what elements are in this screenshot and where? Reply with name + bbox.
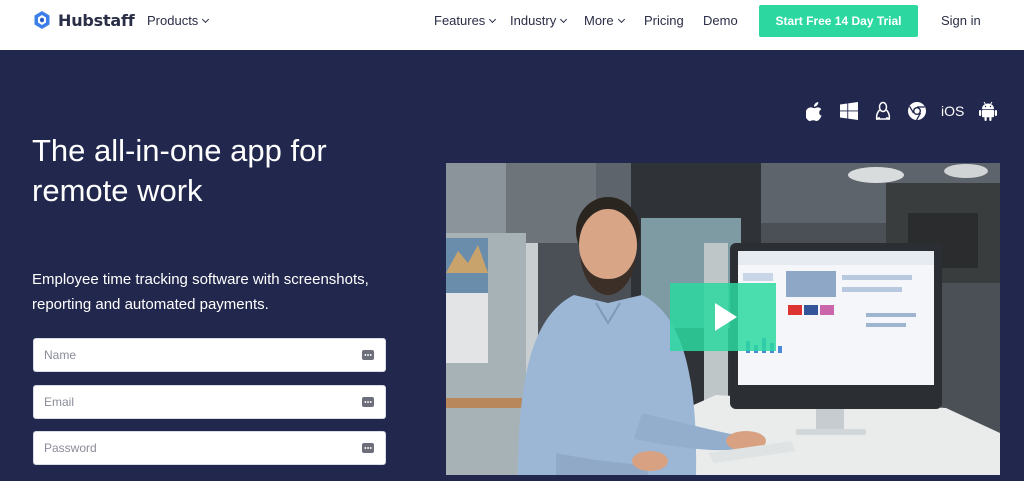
hubstaff-logo-icon — [34, 11, 50, 29]
hero-title: The all-in-one app for remote work — [32, 133, 327, 208]
autofill-icon[interactable] — [362, 350, 374, 360]
intro-video[interactable] — [446, 163, 1000, 475]
ios-label[interactable]: iOS — [941, 103, 964, 119]
chevron-down-icon — [617, 15, 625, 23]
linux-icon[interactable] — [873, 101, 893, 121]
chrome-icon[interactable] — [907, 101, 927, 121]
chevron-down-icon — [202, 15, 210, 23]
brand-name: Hubstaff — [58, 10, 135, 30]
nav-features[interactable]: Features — [434, 13, 497, 28]
start-trial-button[interactable]: Start Free 14 Day Trial — [759, 5, 918, 37]
nav-pricing[interactable]: Pricing — [644, 13, 684, 28]
name-input[interactable] — [34, 339, 334, 371]
android-icon[interactable] — [978, 101, 998, 121]
sign-in-link[interactable]: Sign in — [941, 13, 981, 28]
play-button[interactable] — [670, 283, 776, 351]
apple-icon[interactable] — [805, 101, 825, 121]
nav-more-label: More — [584, 13, 614, 28]
hubstaff-logo[interactable]: Hubstaff — [32, 9, 135, 31]
autofill-icon[interactable] — [362, 397, 374, 407]
nav-features-label: Features — [434, 13, 486, 28]
platform-icons: iOS — [805, 100, 1012, 122]
password-field[interactable] — [33, 431, 386, 465]
nav-demo[interactable]: Demo — [703, 13, 738, 28]
top-navigation: Hubstaff Products Features Industry More… — [0, 0, 1024, 50]
hero-subtitle: Employee time tracking software with scr… — [32, 271, 369, 313]
nav-pricing-label: Pricing — [644, 13, 684, 28]
autofill-icon[interactable] — [362, 443, 374, 453]
password-input[interactable] — [34, 432, 334, 464]
nav-industry-label: Industry — [510, 13, 557, 28]
windows-icon[interactable] — [839, 101, 859, 121]
name-field[interactable] — [33, 338, 386, 372]
chevron-down-icon — [489, 15, 497, 23]
nav-industry[interactable]: Industry — [510, 13, 568, 28]
nav-products[interactable]: Products — [147, 13, 210, 28]
nav-products-label: Products — [147, 13, 199, 28]
play-icon — [715, 303, 737, 331]
email-input[interactable] — [34, 386, 334, 418]
email-field[interactable] — [33, 385, 386, 419]
chevron-down-icon — [560, 15, 568, 23]
nav-demo-label: Demo — [703, 13, 738, 28]
nav-more[interactable]: More — [584, 13, 625, 28]
